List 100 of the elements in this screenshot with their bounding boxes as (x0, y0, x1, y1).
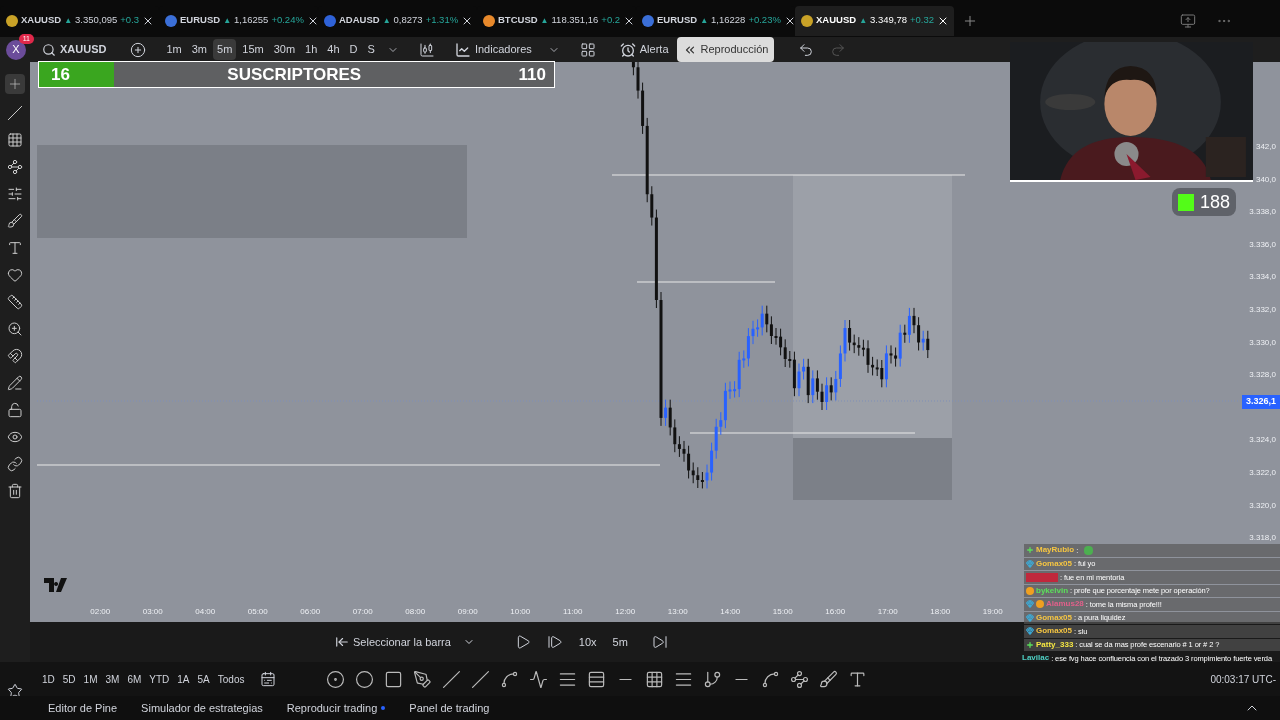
zoom-in-icon[interactable] (7, 321, 23, 337)
heart-icon[interactable] (7, 267, 23, 283)
speed-button[interactable]: 10x (578, 633, 597, 651)
trash-icon[interactable] (7, 483, 23, 499)
price-label: 3.324,0 (1249, 434, 1276, 447)
pattern-icon[interactable] (7, 159, 23, 175)
star-icon[interactable] (7, 683, 23, 699)
ruler-icon[interactable] (7, 294, 23, 310)
sliders-icon[interactable] (7, 186, 23, 202)
tab-symbol: XAUUSD (21, 13, 62, 28)
range-button[interactable]: Todos (217, 671, 245, 687)
grid-icon[interactable] (645, 669, 665, 689)
rows-icon[interactable] (587, 669, 607, 689)
panel-tab[interactable]: Editor de Pine (48, 699, 118, 717)
line-icon[interactable] (471, 669, 491, 689)
tab-change: +0.23% (748, 13, 781, 28)
magnet-icon[interactable] (7, 348, 23, 364)
time-label: 02:00 (89, 606, 112, 618)
interval-button[interactable]: D (345, 39, 362, 60)
replay-button[interactable]: Reproducción (676, 37, 775, 62)
range-button[interactable]: YTD (149, 671, 170, 687)
tab-change: +0.24% (271, 13, 304, 28)
link-icon[interactable] (7, 456, 23, 472)
layout-icon[interactable] (579, 41, 596, 58)
screen-icon[interactable] (1180, 12, 1196, 29)
panel-tab[interactable]: Panel de trading (409, 699, 490, 717)
calendar-icon[interactable] (260, 671, 277, 687)
line-icon[interactable] (442, 669, 462, 689)
time-label: 12:00 (614, 606, 637, 618)
path-icon[interactable] (790, 669, 810, 689)
add-symbol-icon[interactable] (130, 41, 147, 58)
panel-tab[interactable]: Reproducir trading (286, 699, 386, 717)
interval-button[interactable]: 5m (612, 633, 628, 651)
interval-button[interactable]: 15m (238, 39, 268, 60)
target-icon[interactable] (326, 669, 346, 689)
panel-tab[interactable]: Simulador de estrategias (141, 699, 263, 717)
ellipse-icon[interactable] (355, 669, 375, 689)
pencil-icon[interactable] (7, 375, 23, 391)
range-button[interactable]: 1M (83, 671, 98, 687)
time-label: 18:00 (929, 606, 952, 618)
current-price-label: 3.326,1 (1241, 395, 1280, 409)
text-icon[interactable] (7, 240, 23, 256)
chat-username: bykelvin (1036, 584, 1068, 597)
wave-icon[interactable] (529, 669, 549, 689)
time-label: 09:00 (456, 606, 479, 618)
rectangle-icon[interactable] (384, 669, 404, 689)
tab-price: 1,16228 (711, 13, 746, 28)
up-arrow: ▲ (859, 14, 868, 27)
indicators-button[interactable]: Indicadores (454, 41, 532, 58)
range-button[interactable]: 3M (105, 671, 120, 687)
interval-button[interactable]: 5m (213, 39, 237, 60)
candles-icon[interactable] (418, 41, 435, 58)
chart-icon (454, 41, 471, 58)
range-button[interactable]: 5A (197, 671, 210, 687)
grid-icon[interactable] (7, 132, 23, 148)
up-arrow: ▲ (64, 14, 73, 27)
eye-icon[interactable] (7, 429, 23, 445)
unlock-icon[interactable] (7, 402, 23, 418)
symbol-search[interactable]: XAUUSD (42, 41, 107, 58)
trend-line-icon[interactable] (7, 105, 23, 121)
time-label: 19:00 (981, 606, 1004, 618)
brush-icon[interactable] (819, 669, 839, 689)
pen-icon[interactable] (413, 669, 433, 689)
interval-button[interactable]: 30m (269, 39, 300, 60)
goal-target: 110 (518, 63, 546, 86)
interval-button[interactable]: 4h (323, 39, 344, 60)
interval-button[interactable]: 1m (162, 39, 186, 60)
range-button[interactable]: 5D (62, 671, 76, 687)
kick-logo-icon (1178, 193, 1194, 211)
clock-text: 00:03:17 UTC- (1210, 672, 1277, 687)
interval-button[interactable]: 1h (301, 39, 322, 60)
tab-price: 3.349,78 (870, 13, 908, 28)
range-button[interactable]: 1D (42, 671, 55, 687)
select-bar-button[interactable]: Seleccionar la barra (335, 633, 475, 651)
undo-icon[interactable] (798, 41, 815, 58)
tab-price: 0,8273 (393, 13, 423, 28)
alert-button[interactable]: Alerta (619, 41, 669, 58)
interval-button[interactable]: 3m (187, 39, 211, 60)
price-label: 3.328,0 (1249, 369, 1276, 382)
curve-icon[interactable] (761, 669, 781, 689)
branch-icon[interactable] (703, 669, 723, 689)
tab-change: +0.2 (601, 13, 621, 28)
brush-icon[interactable] (7, 213, 23, 229)
price-label: 3.332,0 (1249, 304, 1276, 316)
chat-username: Gomax05 (1036, 625, 1073, 638)
tab-change: +0.3 (120, 13, 140, 28)
range-button[interactable]: 1A (177, 671, 190, 687)
curve-icon[interactable] (500, 669, 520, 689)
interval-button[interactable]: S (363, 39, 379, 60)
range-button[interactable]: 6M (127, 671, 142, 687)
skip-forward-icon[interactable] (651, 634, 668, 650)
crosshair-tool[interactable] (5, 74, 25, 94)
up-arrow: ▲ (382, 14, 391, 27)
tab-price: 3.350,095 (75, 13, 118, 28)
time-label: 08:00 (404, 606, 427, 618)
step-forward-icon[interactable] (546, 634, 563, 650)
symbol-tab[interactable]: XAUUSD ▲ 3.349,78 +0.32 (795, 5, 954, 36)
tab-change: +1.31% (425, 13, 459, 28)
tab-symbol: BTCUSD (498, 13, 538, 28)
tab-symbol: EURUSD (180, 13, 221, 28)
